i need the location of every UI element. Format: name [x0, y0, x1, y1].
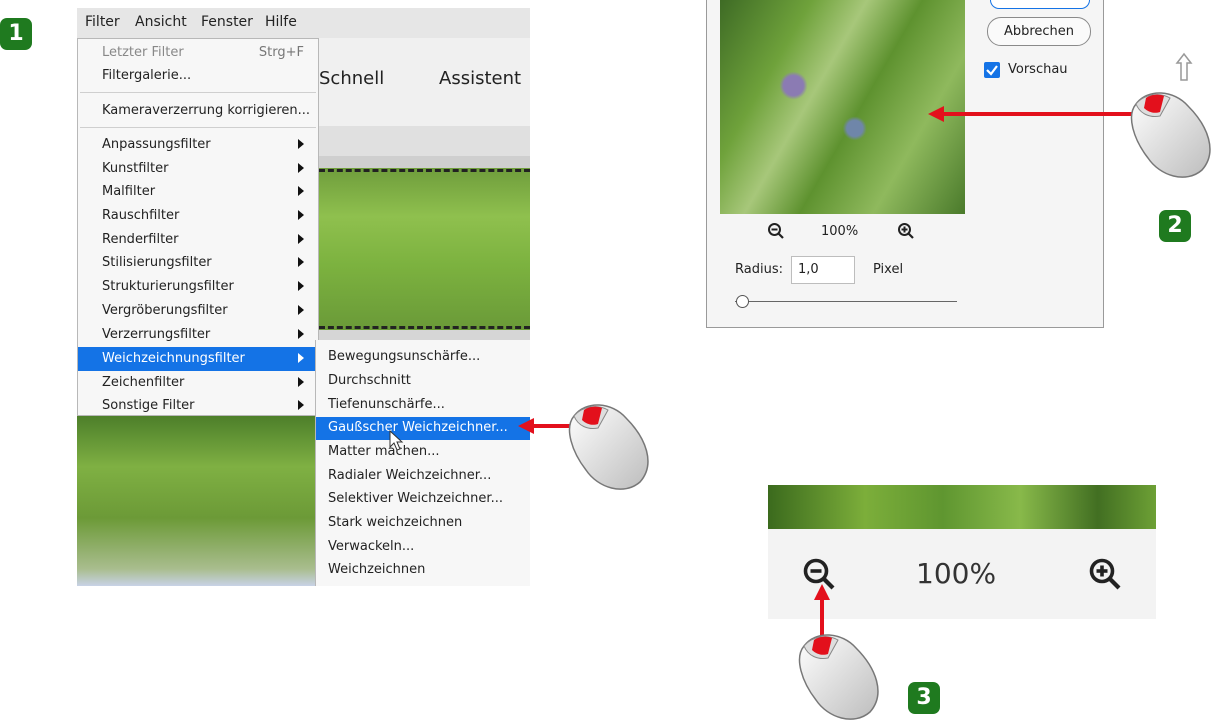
filter-menu: Letzter Filter Strg+F Filtergalerie... K…	[77, 38, 319, 416]
menu-item-renderfilter[interactable]: Renderfilter	[78, 228, 318, 252]
menu-item-stilisierungsfilter[interactable]: Stilisierungsfilter	[78, 251, 318, 275]
mouse-click-icon	[1130, 92, 1211, 178]
submenu-arrow-icon	[298, 353, 304, 363]
submenu-arrow-icon	[298, 329, 304, 339]
menu-item-malfilter[interactable]: Malfilter	[78, 180, 318, 204]
submenu-arrow-icon	[298, 400, 304, 410]
zoom-in-icon[interactable]	[1088, 557, 1122, 591]
photo-canvas	[319, 168, 530, 330]
zoom-level: 100%	[821, 224, 859, 239]
zoom-out-icon[interactable]	[767, 222, 785, 240]
mode-bar: Schnell Assistent	[319, 38, 530, 126]
mouse-click-icon	[798, 634, 879, 720]
ok-button[interactable]	[990, 0, 1090, 9]
menu-item-last-filter: Letzter Filter Strg+F	[102, 45, 304, 60]
mouse-click-icon	[568, 404, 649, 490]
submenu-item-bewegungsunschaerfe[interactable]: Bewegungsunschärfe...	[316, 346, 530, 369]
scroll-up-arrow-icon	[1175, 52, 1193, 81]
pointer-arrow-icon	[928, 106, 1138, 122]
menu-bar: Filter Ansicht Fenster Hilfe	[77, 8, 530, 39]
menu-item-camera-distortion[interactable]: Kameraverzerrung korrigieren...	[78, 99, 318, 123]
mode-schnell[interactable]: Schnell	[319, 68, 384, 89]
menu-item-verzerrungsfilter[interactable]: Verzerrungsfilter	[78, 323, 318, 347]
mode-assistent[interactable]: Assistent	[439, 68, 521, 89]
submenu-item-gaussscher-weichzeichner[interactable]: Gaußscher Weichzeichner...	[316, 417, 530, 440]
menu-ansicht[interactable]: Ansicht	[135, 14, 187, 30]
submenu-item-durchschnitt[interactable]: Durchschnitt	[316, 370, 530, 393]
submenu-item-weichzeichnen[interactable]: Weichzeichnen	[316, 559, 530, 582]
selection-marquee-bottom	[319, 326, 530, 329]
submenu-arrow-icon	[298, 257, 304, 267]
selection-marquee-top	[319, 169, 530, 172]
preview-checkbox[interactable]	[984, 62, 1000, 78]
preview-checkbox-label: Vorschau	[1008, 62, 1068, 77]
submenu-arrow-icon	[298, 281, 304, 291]
menu-item-rauschfilter[interactable]: Rauschfilter	[78, 204, 318, 228]
menu-item-kunstfilter[interactable]: Kunstfilter	[78, 157, 318, 181]
submenu-item-radialer-weichzeichner[interactable]: Radialer Weichzeichner...	[316, 465, 530, 488]
submenu-item-stark-weichzeichnen[interactable]: Stark weichzeichnen	[316, 512, 530, 535]
step-2-badge: 2	[1159, 210, 1191, 242]
radius-input[interactable]: 1,0	[791, 256, 855, 284]
menu-divider	[80, 92, 316, 93]
menu-fenster[interactable]: Fenster	[201, 14, 253, 30]
photo-canvas-lower	[77, 416, 319, 586]
menu-item-weichzeichnungsfilter[interactable]: Weichzeichnungsfilter	[78, 347, 318, 371]
submenu-item-matter-machen[interactable]: Matter machen...	[316, 441, 530, 464]
radius-slider-track[interactable]	[735, 301, 957, 302]
cancel-button[interactable]: Abbrechen	[987, 17, 1091, 46]
menu-item-strukturierungsfilter[interactable]: Strukturierungsfilter	[78, 275, 318, 299]
canvas-border	[319, 156, 530, 168]
submenu-arrow-icon	[298, 305, 304, 315]
menu-filter[interactable]: Filter	[85, 14, 120, 30]
toolbar-strip	[319, 126, 530, 156]
menu-item-vergroeberungsfilter[interactable]: Vergröberungsfilter	[78, 299, 318, 323]
submenu-item-tiefenunschaerfe[interactable]: Tiefenunschärfe...	[316, 394, 530, 417]
menu-item-anpassungsfilter[interactable]: Anpassungsfilter	[78, 133, 318, 157]
menu-hilfe[interactable]: Hilfe	[265, 14, 297, 30]
checkmark-icon	[986, 65, 998, 76]
radius-label: Radius:	[735, 262, 783, 277]
submenu-arrow-icon	[298, 139, 304, 149]
radius-unit: Pixel	[873, 262, 904, 277]
submenu-arrow-icon	[298, 377, 304, 387]
submenu-arrow-icon	[298, 210, 304, 220]
filter-menu-screenshot: Filter Ansicht Fenster Hilfe Schnell Ass…	[77, 8, 530, 586]
menu-divider	[80, 127, 316, 128]
radius-slider-handle[interactable]	[735, 295, 749, 308]
menu-item-filter-gallery[interactable]: Filtergalerie...	[78, 64, 318, 88]
submenu-arrow-icon	[298, 186, 304, 196]
cursor-icon	[389, 430, 404, 451]
menu-item-sonstige-filter[interactable]: Sonstige Filter	[78, 394, 318, 418]
step-1-badge: 1	[0, 18, 32, 50]
zoom-level: 100%	[916, 557, 997, 590]
zoom-in-icon[interactable]	[897, 222, 915, 240]
menu-item-zeichenfilter[interactable]: Zeichenfilter	[78, 371, 318, 395]
submenu-item-verwackeln[interactable]: Verwackeln...	[316, 536, 530, 559]
step-3-badge: 3	[908, 682, 940, 714]
gaussian-blur-dialog: Abbrechen Vorschau 100% Radius: 1,0 Pixe…	[706, 0, 1104, 328]
submenu-arrow-icon	[298, 234, 304, 244]
blur-submenu: Bewegungsunschärfe... Durchschnitt Tiefe…	[315, 340, 530, 586]
preview-image-strip	[768, 485, 1156, 529]
submenu-item-selektiver-weichzeichner[interactable]: Selektiver Weichzeichner...	[316, 488, 530, 511]
submenu-arrow-icon	[298, 163, 304, 173]
